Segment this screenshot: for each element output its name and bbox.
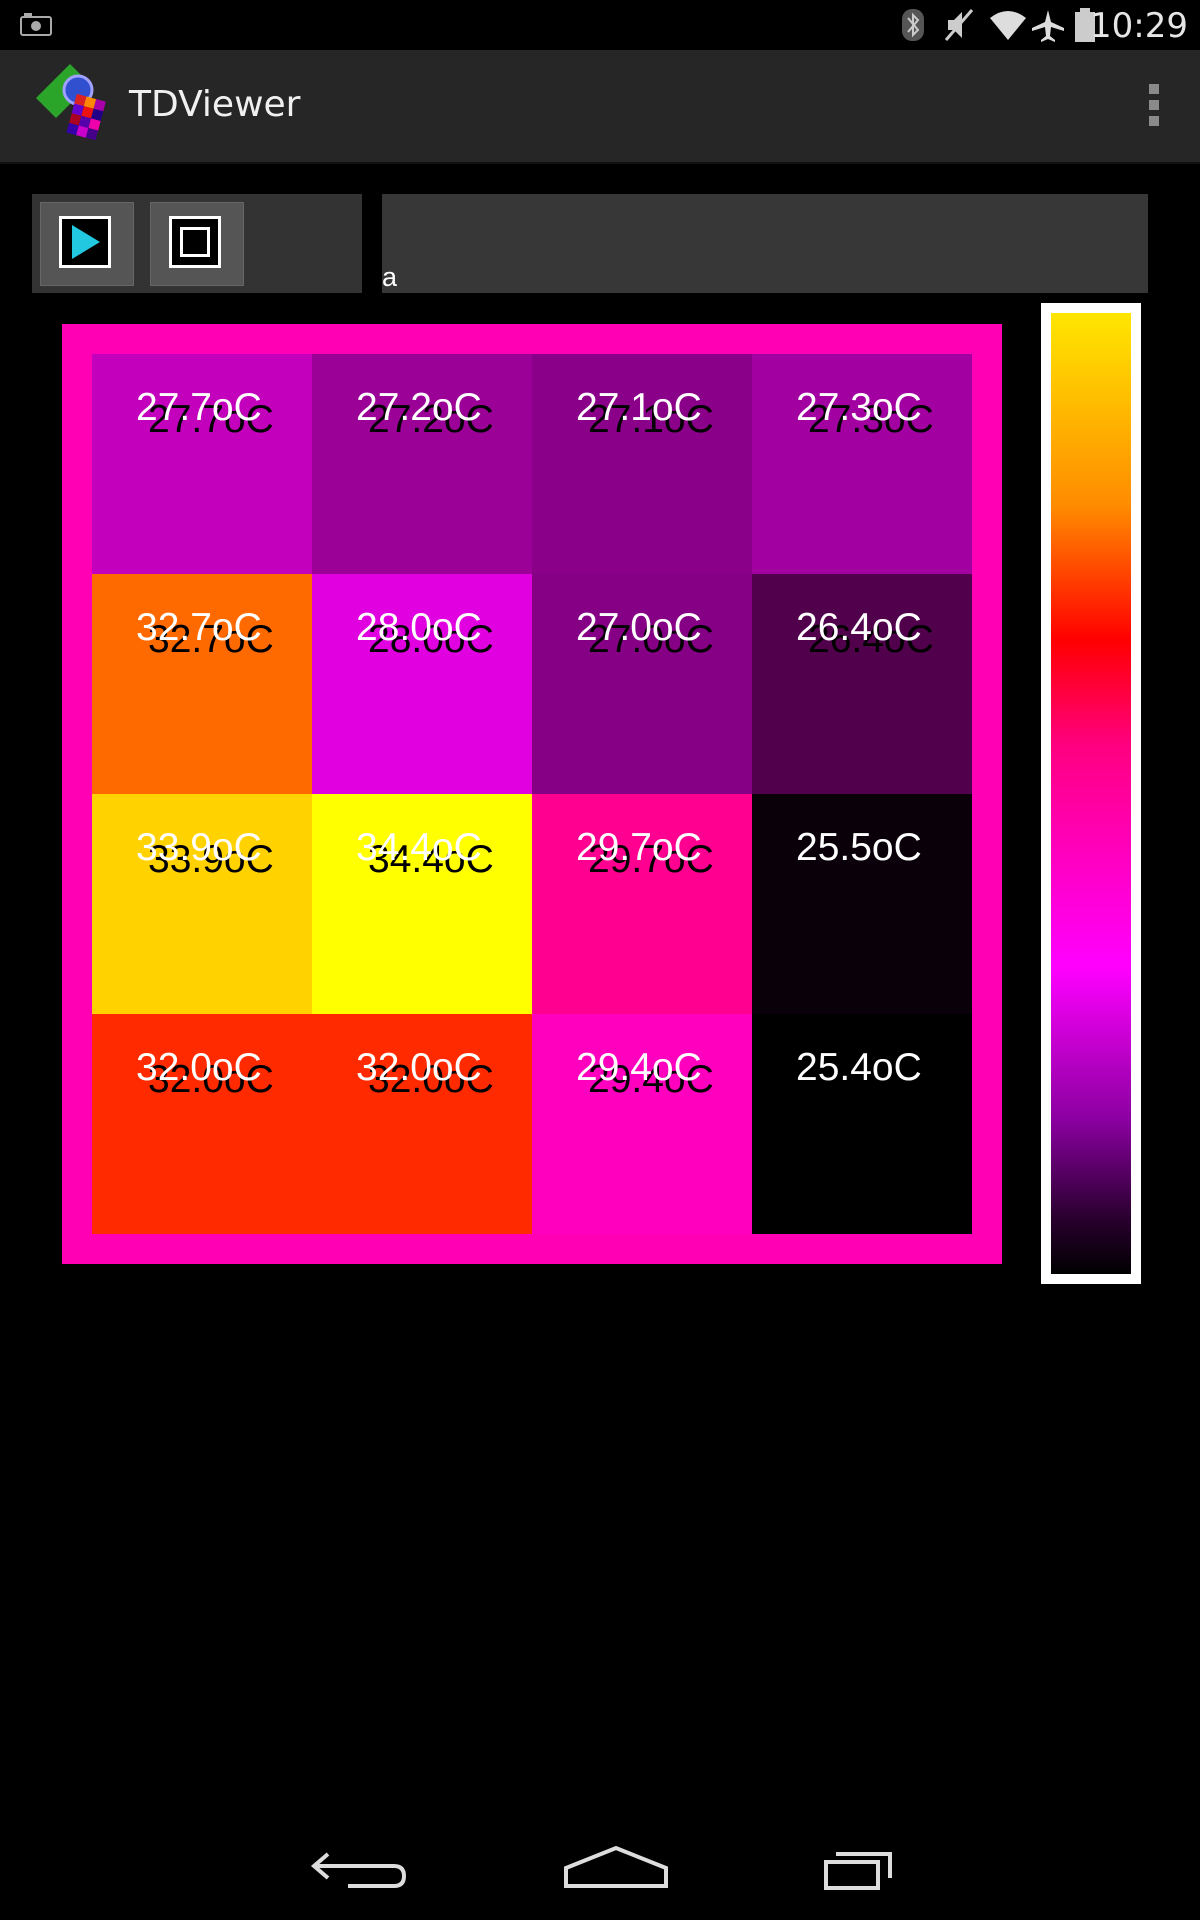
play-button[interactable] [40, 202, 134, 286]
status-text: a [382, 262, 398, 292]
heatmap-cell: 26.4oC 26.4oC [752, 574, 972, 794]
play-icon [59, 216, 111, 268]
heatmap-cell: 32.0oC 32.0oC [312, 1014, 532, 1234]
control-panel [32, 194, 362, 293]
heatmap-cell: 25.5oC [752, 794, 972, 1014]
cell-value: 33.9oC [136, 826, 262, 869]
cell-value: 27.7oC [136, 386, 262, 429]
heatmap-cell: 33.9oC 33.9oC [92, 794, 312, 1014]
temperature-heatmap: 27.7oC 27.7oC 27.2oC 27.2oC 27.1oC 27.1oC 27.3… [62, 324, 1002, 1264]
heatmap-cell: 29.7oC 29.7oC [532, 794, 752, 1014]
mute-icon [944, 9, 974, 41]
navigation-bar [0, 1820, 1200, 1920]
cell-value: 25.5oC [796, 826, 922, 869]
heatmap-cell: 27.7oC 27.7oC [92, 354, 312, 574]
color-scale [1041, 303, 1141, 1284]
heatmap-cell: 27.3oC 27.3oC [752, 354, 972, 574]
clock: 10:29 [1090, 6, 1188, 46]
app-logo-icon [36, 64, 106, 141]
status-bar: 10:29 [0, 0, 1200, 50]
heatmap-cell: 27.1oC 27.1oC [532, 354, 752, 574]
home-icon[interactable] [562, 1840, 670, 1900]
cell-value: 27.1oC [576, 386, 702, 429]
overflow-menu-icon[interactable] [1144, 84, 1164, 130]
heatmap-grid: 27.7oC 27.7oC 27.2oC 27.2oC 27.1oC 27.1oC 27.3… [92, 354, 972, 1234]
airplane-mode-icon [1032, 10, 1064, 42]
bluetooth-icon [902, 9, 924, 41]
stop-button[interactable] [150, 202, 244, 286]
heatmap-cell: 29.4oC 29.4oC [532, 1014, 752, 1234]
action-bar: TDViewer [0, 50, 1200, 164]
heatmap-cell: 32.7oC 32.7oC [92, 574, 312, 794]
cell-value: 29.7oC [576, 826, 702, 869]
cell-value: 25.4oC [796, 1046, 922, 1089]
cell-value: 27.3oC [796, 386, 922, 429]
heatmap-cell: 28.0oC 28.0oC [312, 574, 532, 794]
cell-value: 26.4oC [796, 606, 922, 649]
cell-value: 32.0oC [136, 1046, 262, 1089]
back-icon[interactable] [308, 1840, 412, 1900]
cell-value: 32.7oC [136, 606, 262, 649]
wifi-icon [990, 11, 1026, 40]
color-scale-gradient [1051, 313, 1131, 1274]
cell-value: 27.0oC [576, 606, 702, 649]
cell-value: 27.2oC [356, 386, 482, 429]
heatmap-cell: 25.4oC [752, 1014, 972, 1234]
stop-icon [169, 216, 221, 268]
status-panel [382, 194, 1148, 293]
heatmap-cell: 27.0oC 27.0oC [532, 574, 752, 794]
app-title: TDViewer [129, 84, 301, 125]
heatmap-cell: 27.2oC 27.2oC [312, 354, 532, 574]
camera-icon [20, 13, 52, 36]
heatmap-cell: 32.0oC 32.0oC [92, 1014, 312, 1234]
cell-value: 34.4oC [356, 826, 482, 869]
cell-value: 29.4oC [576, 1046, 702, 1089]
cell-value: 28.0oC [356, 606, 482, 649]
cell-value: 32.0oC [356, 1046, 482, 1089]
recent-apps-icon[interactable] [822, 1840, 894, 1900]
heatmap-cell: 34.4oC 34.4oC [312, 794, 532, 1014]
